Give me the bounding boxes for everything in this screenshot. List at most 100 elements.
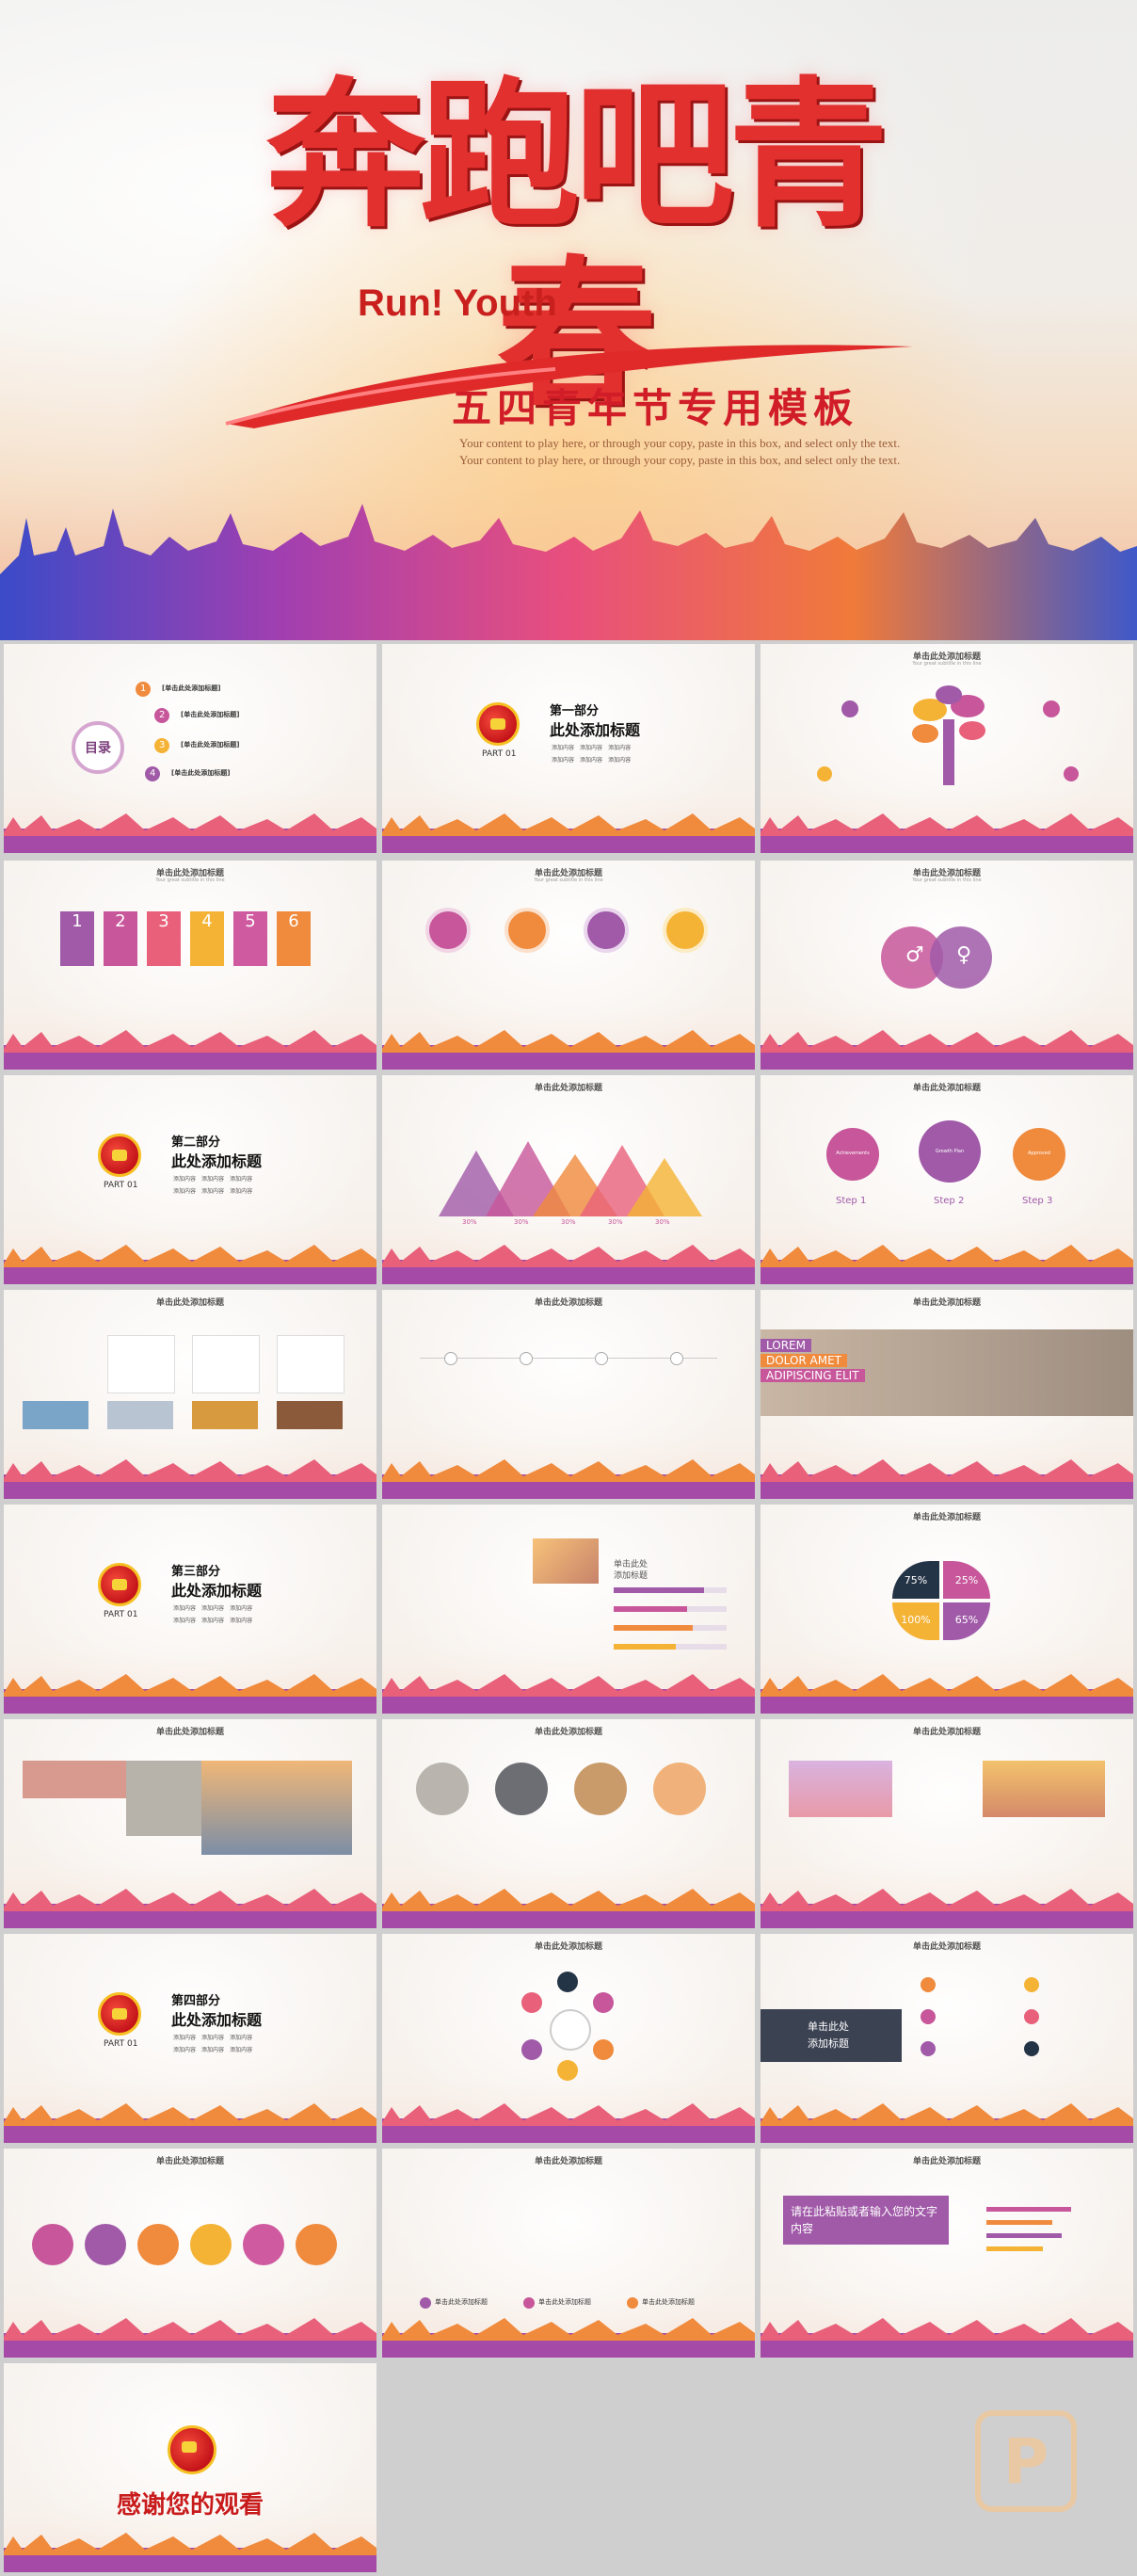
part-title: 此处添加标题 <box>171 1152 263 1170</box>
slide-title: 单击此处添加标题 <box>534 1084 602 1093</box>
league-emblem-icon <box>168 2425 216 2474</box>
slide-four-circles[interactable]: 单击此处添加标题 Your great subtitle in this lin… <box>382 861 755 1070</box>
progress-track <box>614 1606 727 1612</box>
step-label-3: Step 3 <box>1022 1196 1053 1206</box>
crowd-band-graphic <box>382 1030 755 1070</box>
card-3 <box>277 1335 344 1393</box>
bar <box>986 2207 1071 2212</box>
slide-photo-circles[interactable]: 单击此处添加标题 <box>382 1719 755 1928</box>
part-number: 第二部分 <box>171 1135 221 1150</box>
drop-circle <box>137 2224 179 2265</box>
slide-part-1[interactable]: PART 01 第一部分 此处添加标题 添加内容 添加内容 添加内容 添加内容 … <box>382 644 755 853</box>
slide-paste-text[interactable]: 单击此处添加标题 请在此粘贴或者输入您的文字内容 <box>761 2149 1133 2358</box>
crowd-band-graphic <box>4 813 376 853</box>
hub-node <box>521 2039 542 2060</box>
bar <box>986 2246 1043 2251</box>
drop-circle <box>296 2224 337 2265</box>
slide-photo-collage[interactable]: 单击此处添加标题 <box>4 1719 376 1928</box>
timeline-dot <box>444 1352 457 1365</box>
step-label-2: Step 2 <box>934 1196 965 1206</box>
slide-part-4[interactable]: PART 01 第四部分 此处添加标题 添加内容 添加内容 添加内容 添加内容 … <box>4 1934 376 2143</box>
timeline-dot <box>520 1352 533 1365</box>
quarter-3: 100% <box>892 1602 939 1640</box>
slide-peaks[interactable]: 单击此处添加标题 30% 30% 30% 30% 30% <box>382 1075 755 1284</box>
list-icon <box>1024 2041 1039 2056</box>
toc-item-2[interactable]: [单击此处添加标题] <box>181 710 239 719</box>
photo-circle <box>653 1763 706 1815</box>
slide-radial-hub[interactable]: 单击此处添加标题 <box>382 1934 755 2143</box>
toc-item-3[interactable]: [单击此处添加标题] <box>181 740 239 749</box>
crowd-band-graphic <box>382 1459 755 1499</box>
toc-number-1-text: 1 <box>140 684 147 694</box>
photo-city <box>201 1761 352 1855</box>
slide-quarters[interactable]: 单击此处添加标题 75% 25% 100% 65% <box>761 1505 1133 1714</box>
slide-thanks[interactable]: 感谢您的观看 <box>4 2363 376 2572</box>
slide-title: 单击此处添加标题 <box>534 1942 602 1952</box>
slide-title: 单击此处添加标题 <box>534 1298 602 1308</box>
banner-line-3: ADIPISCING ELIT <box>761 1369 865 1382</box>
tab-4: 4 <box>190 911 224 966</box>
drop-circle <box>85 2224 126 2265</box>
tab-6: 6 <box>277 911 311 966</box>
slide-title: 单击此处添加标题 <box>912 1298 981 1308</box>
male-icon: ♂ <box>905 943 924 967</box>
slide-numbered-tabs[interactable]: 单击此处添加标题 Your great subtitle in this lin… <box>4 861 376 1070</box>
slide-timeline[interactable]: 单击此处添加标题 <box>382 1290 755 1499</box>
drop-circle <box>243 2224 284 2265</box>
crowd-band-graphic <box>4 2318 376 2358</box>
crowd-band-graphic <box>4 1245 376 1284</box>
pink-block <box>23 1761 126 1798</box>
slide-cards[interactable]: 单击此处添加标题 <box>4 1290 376 1499</box>
progress-track <box>614 1625 727 1631</box>
crowd-band-graphic <box>382 1245 755 1284</box>
slide-three-columns[interactable]: 单击此处添加标题 单击此处添加标题 单击此处添加标题 单击此处添加标题 <box>382 2149 755 2358</box>
toc-item-4[interactable]: [单击此处添加标题] <box>171 768 230 778</box>
slide-dark-label-list[interactable]: 单击此处添加标题 单击此处 添加标题 <box>761 1934 1133 2143</box>
peak-percent: 30% <box>608 1218 623 1226</box>
crowd-band-graphic <box>382 2103 755 2143</box>
part-label: PART 01 <box>104 1610 138 1619</box>
slide-part-2[interactable]: PART 01 第二部分 此处添加标题 添加内容 添加内容 添加内容 添加内容 … <box>4 1075 376 1284</box>
peak-percent: 30% <box>655 1218 670 1226</box>
photo-circle <box>574 1763 627 1815</box>
slide-progress-bars[interactable]: 单击此处 添加标题 <box>382 1505 755 1714</box>
slide-title: 单击此处添加标题 <box>912 1084 981 1093</box>
list-icon <box>921 2041 936 2056</box>
photo-thumb <box>789 1761 892 1817</box>
crowd-band-graphic <box>382 813 755 853</box>
slide-toc[interactable]: 目录 1 [单击此处添加标题] 2 [单击此处添加标题] 3 [单击此处添加标题… <box>4 644 376 853</box>
bar <box>986 2220 1052 2225</box>
peaks-graphic <box>439 1141 702 1216</box>
slide-tree[interactable]: 单击此处添加标题 Your great subtitle in this lin… <box>761 644 1133 853</box>
slide-steps[interactable]: 单击此处添加标题 Achievements Growth Plan Approv… <box>761 1075 1133 1284</box>
slide-lorem-banner[interactable]: 单击此处添加标题 LOREM DOLOR AMET ADIPISCING ELI… <box>761 1290 1133 1499</box>
step-circle-2-label: Growth Plan <box>935 1149 965 1154</box>
feature-circle-4 <box>663 908 708 953</box>
photo-thumb <box>107 1401 173 1429</box>
cover-description: Your content to play here, or through yo… <box>459 436 901 467</box>
timeline-dot <box>670 1352 683 1365</box>
tab-1: 1 <box>60 911 94 966</box>
toc-item-1[interactable]: [单击此处添加标题] <box>162 684 220 693</box>
slide-gender-diagram[interactable]: 单击此处添加标题 Your great subtitle in this lin… <box>761 861 1133 1070</box>
drop-circle <box>190 2224 232 2265</box>
photo-thumb <box>126 1761 201 1836</box>
slide-title: 单击此处添加标题 <box>912 2157 981 2166</box>
quarter-1: 75% <box>892 1561 939 1599</box>
crowd-band-graphic <box>4 1889 376 1928</box>
photo-thumb <box>983 1761 1105 1817</box>
peak-percent: 30% <box>514 1218 529 1226</box>
slide-two-photos[interactable]: 单击此处添加标题 <box>761 1719 1133 1928</box>
slide-part-3[interactable]: PART 01 第三部分 此处添加标题 添加内容 添加内容 添加内容 添加内容 … <box>4 1505 376 1714</box>
list-icon <box>1024 1977 1039 1992</box>
peak-percent: 30% <box>561 1218 576 1226</box>
column-label: 单击此处添加标题 <box>642 2298 695 2306</box>
crowd-band-graphic <box>761 2318 1133 2358</box>
column-icon <box>420 2297 431 2309</box>
photo-thumb <box>192 1401 258 1429</box>
slide-title: 单击此处添加标题 <box>912 1728 981 1737</box>
icon-badge <box>817 766 832 781</box>
progress-track <box>614 1587 727 1593</box>
hub-node <box>593 2039 614 2060</box>
slide-icon-drops[interactable]: 单击此处添加标题 <box>4 2149 376 2358</box>
